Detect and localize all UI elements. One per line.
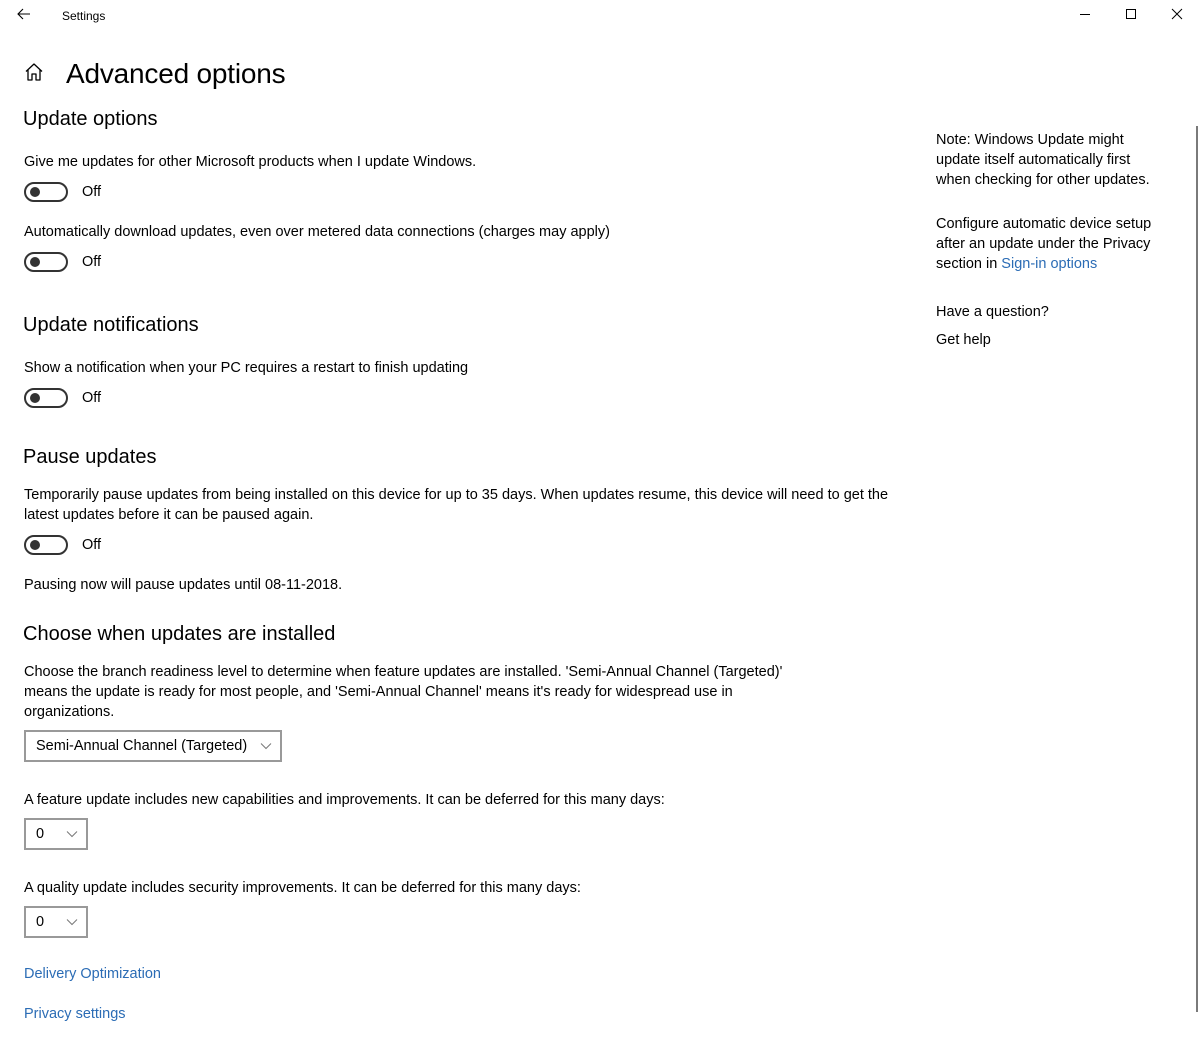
metered-download-toggle[interactable] (24, 252, 68, 272)
pause-updates-description: Temporarily pause updates from being ins… (24, 487, 889, 523)
toggle-knob (30, 257, 40, 267)
metered-download-toggle-row: Off (24, 252, 101, 272)
minimize-button[interactable] (1062, 0, 1108, 32)
privacy-settings-link[interactable]: Privacy settings (24, 1006, 126, 1022)
toggle-state-label: Off (82, 184, 102, 200)
quality-defer-days-dropdown[interactable]: 0 (24, 906, 88, 938)
section-title-update-notifications: Update notifications (23, 314, 199, 336)
title-bar: Settings (0, 0, 1200, 32)
minimize-icon (1079, 7, 1091, 25)
delivery-optimization-link[interactable]: Delivery Optimization (24, 966, 161, 982)
page-header: Advanced options (22, 54, 286, 94)
question-heading: Have a question? (936, 304, 1049, 320)
quality-update-label: A quality update includes security impro… (24, 880, 581, 896)
microsoft-products-label: Give me updates for other Microsoft prod… (24, 154, 477, 170)
vertical-scrollbar[interactable] (1196, 126, 1198, 1012)
section-title-update-options: Update options (23, 108, 158, 130)
pause-status-text: Pausing now will pause updates until 08-… (24, 577, 343, 593)
pause-updates-toggle[interactable] (24, 535, 68, 555)
get-help-link[interactable]: Get help (936, 330, 991, 350)
device-setup-info: Configure automatic device setup after a… (936, 214, 1171, 274)
dropdown-value: 0 (36, 914, 45, 930)
toggle-knob (30, 540, 40, 550)
toggle-state-label: Off (82, 390, 102, 406)
close-icon (1171, 7, 1183, 25)
restart-notification-toggle-row: Off (24, 388, 101, 408)
chevron-down-icon (66, 830, 78, 838)
feature-update-label: A feature update includes new capabiliti… (24, 792, 665, 808)
app-title: Settings (62, 9, 106, 23)
section-title-pause-updates: Pause updates (23, 446, 157, 468)
back-arrow-icon (17, 7, 31, 25)
page-title: Advanced options (66, 58, 286, 89)
dropdown-value: 0 (36, 826, 45, 842)
branch-readiness-description: Choose the branch readiness level to det… (24, 664, 783, 720)
feature-defer-days-dropdown[interactable]: 0 (24, 818, 88, 850)
maximize-icon (1125, 7, 1137, 25)
pause-updates-toggle-row: Off (24, 535, 101, 555)
sign-in-options-link[interactable]: Sign-in options (1001, 256, 1097, 272)
toggle-knob (30, 187, 40, 197)
toggle-state-label: Off (82, 537, 102, 553)
dropdown-value: Semi-Annual Channel (Targeted) (36, 738, 248, 754)
chevron-down-icon (260, 742, 272, 750)
branch-readiness-dropdown[interactable]: Semi-Annual Channel (Targeted) (24, 730, 282, 762)
windows-update-note: Note: Windows Update might update itself… (936, 132, 1150, 188)
restart-notification-label: Show a notification when your PC require… (24, 360, 469, 376)
back-button[interactable] (8, 0, 40, 32)
restart-notification-toggle[interactable] (24, 388, 68, 408)
home-icon (24, 62, 44, 87)
toggle-knob (30, 393, 40, 403)
home-button[interactable] (22, 62, 46, 86)
section-title-choose-when: Choose when updates are installed (23, 623, 336, 645)
metered-download-label: Automatically download updates, even ove… (24, 224, 610, 240)
maximize-button[interactable] (1108, 0, 1154, 32)
close-button[interactable] (1154, 0, 1200, 32)
chevron-down-icon (66, 918, 78, 926)
microsoft-products-toggle[interactable] (24, 182, 68, 202)
microsoft-products-toggle-row: Off (24, 182, 101, 202)
toggle-state-label: Off (82, 254, 102, 270)
